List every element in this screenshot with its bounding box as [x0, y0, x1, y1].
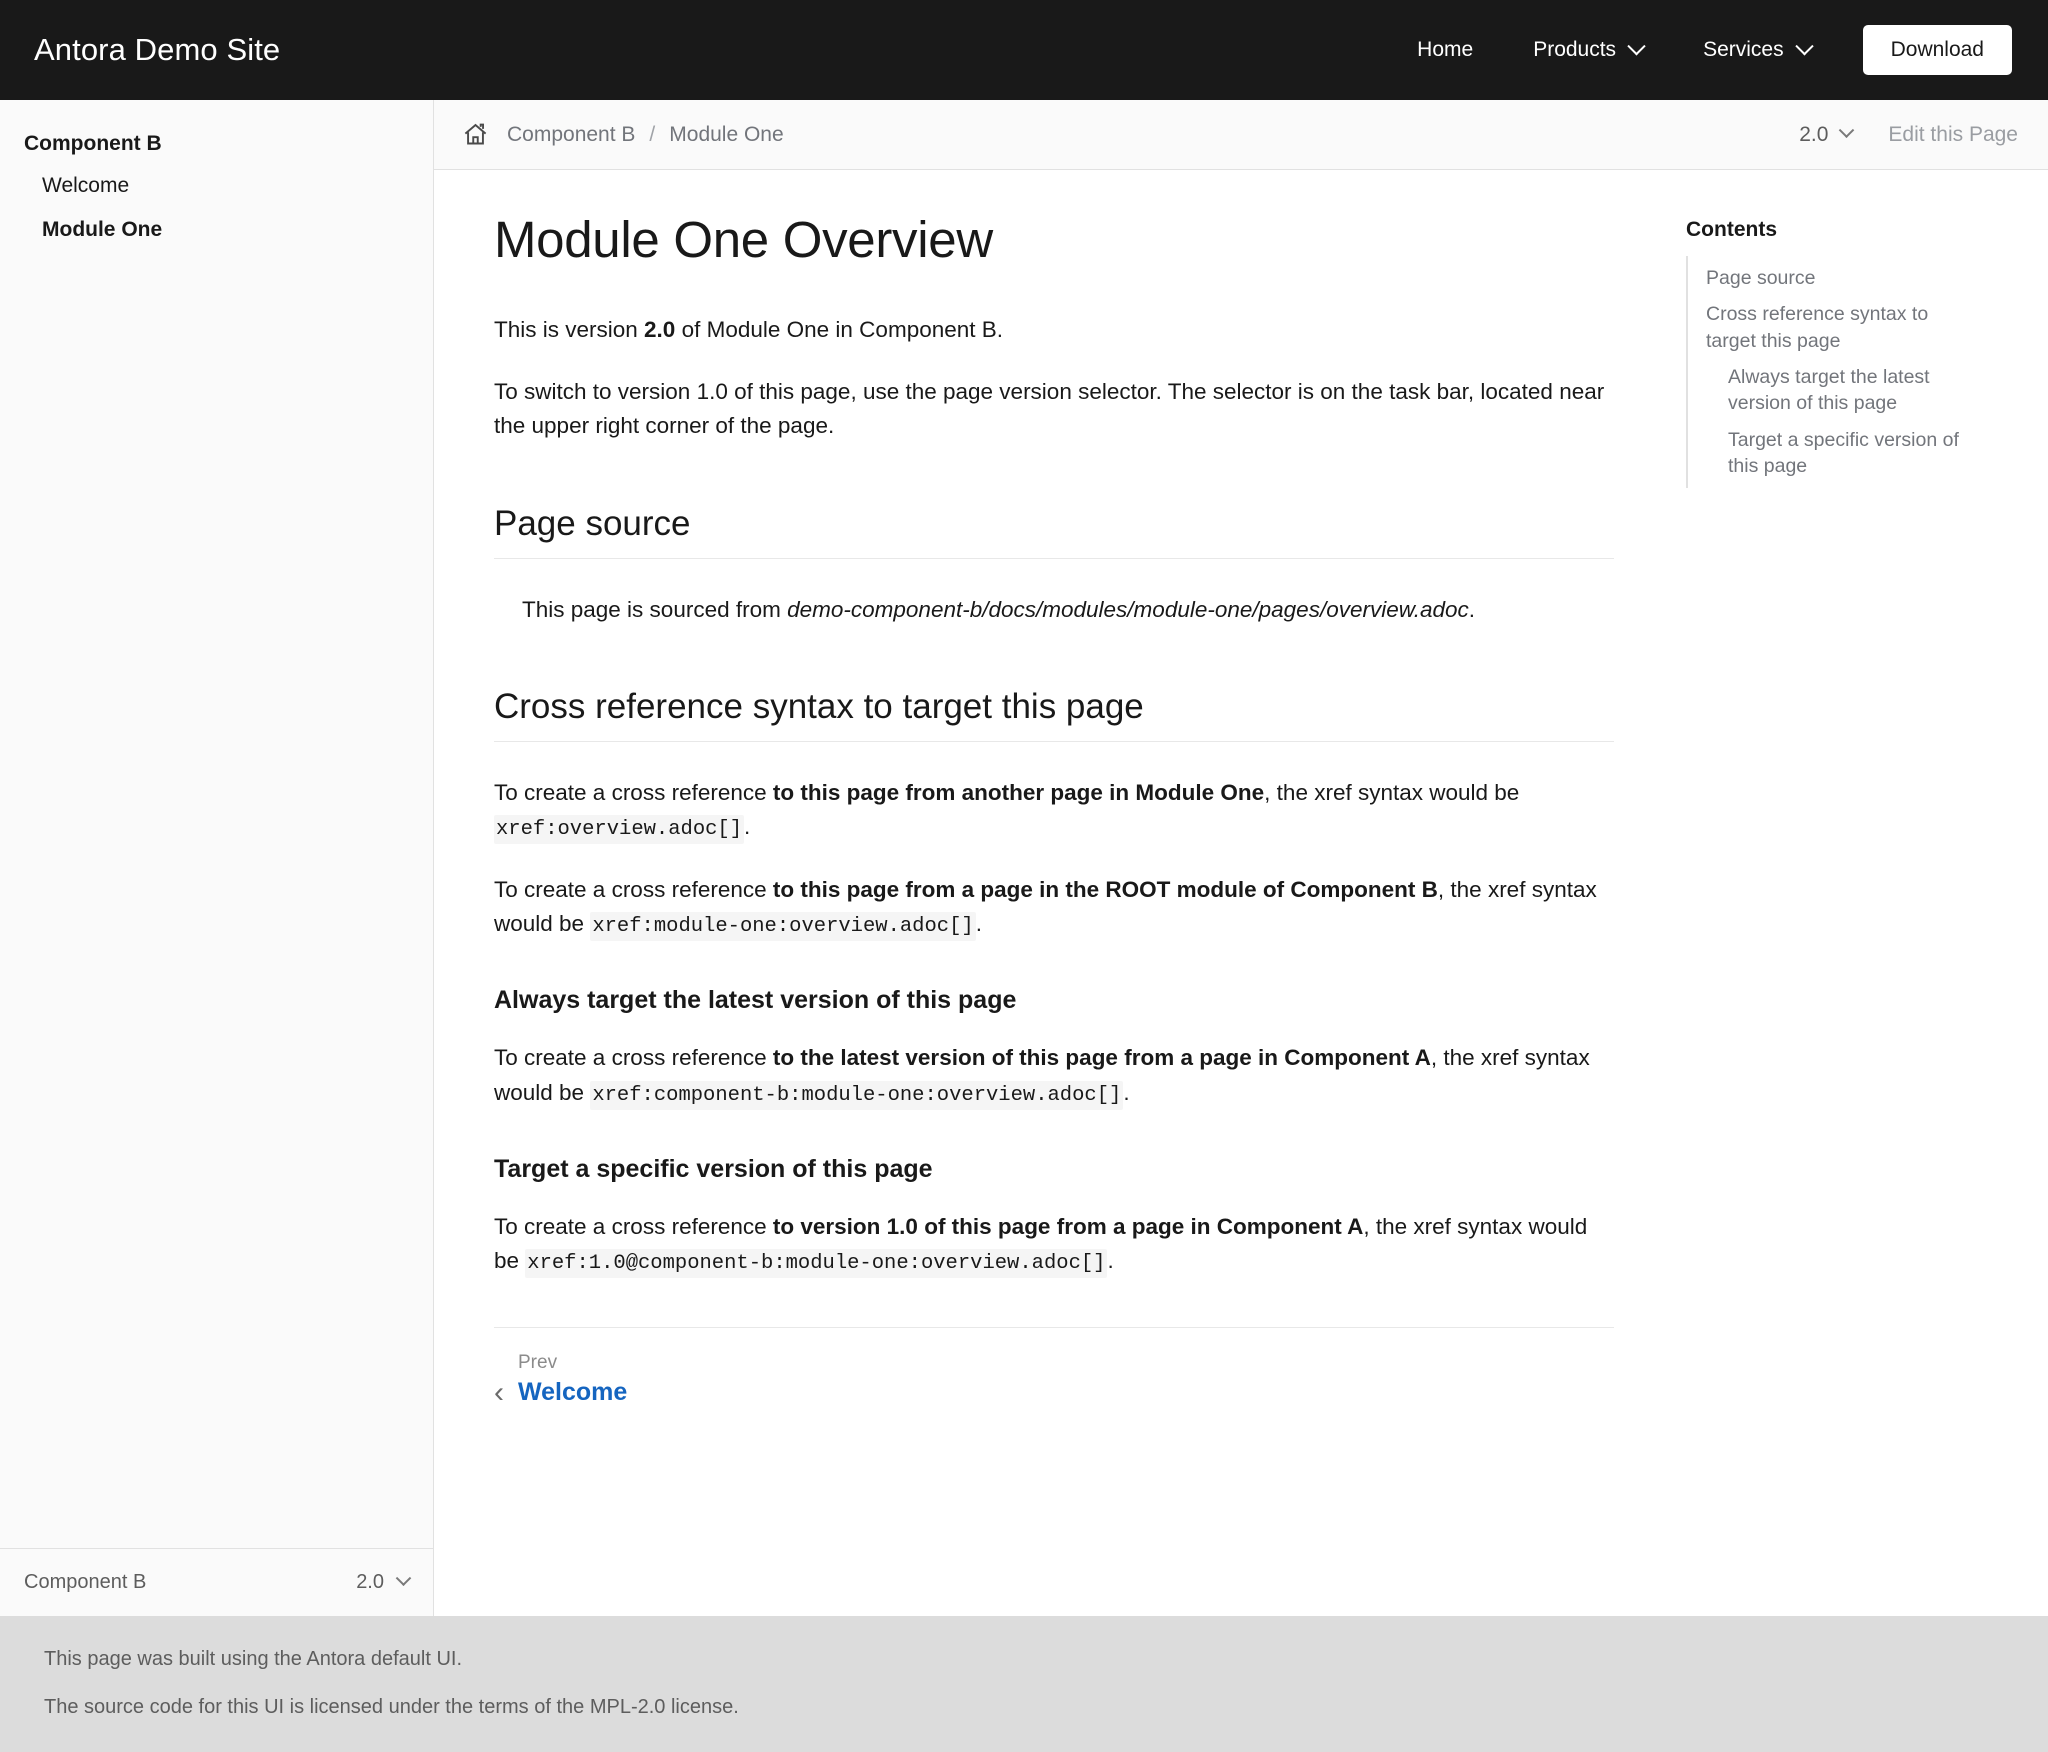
subsection-heading-latest-version: Always target the latest version of this… [494, 986, 1614, 1015]
nav-item-home-label: Home [1417, 38, 1473, 62]
page-pagination: ‹ Prev Welcome [494, 1327, 1614, 1448]
sub2-text-b: to version 1.0 of this page from a page … [773, 1214, 1363, 1239]
intro-p1-version: 2.0 [644, 317, 675, 342]
latest-version-paragraph: To create a cross reference to the lates… [494, 1041, 1614, 1110]
page-source-path: demo-component-b/docs/modules/module-one… [787, 597, 1469, 622]
intro-p1-text-a: This is version [494, 317, 644, 342]
chevron-down-icon [1627, 37, 1645, 55]
sidebar-nav: Component B Welcome Module One Component… [0, 100, 434, 1616]
xref-paragraph-2: To create a cross reference to this page… [494, 873, 1614, 942]
prev-page-link[interactable]: Welcome [518, 1378, 627, 1407]
toc-item-cross-reference-syntax[interactable]: Cross reference syntax to target this pa… [1688, 296, 1980, 359]
nav-item-home[interactable]: Home [1387, 38, 1503, 62]
xref-p1-code: xref:overview.adoc[] [494, 815, 744, 844]
component-version-selector[interactable]: Component B 2.0 [0, 1548, 433, 1616]
toc-item-always-target-latest[interactable]: Always target the latest version of this… [1688, 359, 1980, 422]
selector-component-label: Component B [24, 1571, 356, 1594]
sidebar-item-module-one[interactable]: Module One [0, 208, 433, 252]
site-navbar: Antora Demo Site Home Products Services … [0, 0, 2048, 100]
breadcrumb-item-component-b[interactable]: Component B [507, 123, 635, 147]
xref-p2-code: xref:module-one:overview.adoc[] [590, 912, 975, 941]
section-body-page-source: This page is sourced from demo-component… [494, 559, 1614, 627]
sub2-code: xref:1.0@component-b:module-one:overview… [525, 1249, 1107, 1278]
prev-page-text-block: Prev Welcome [518, 1352, 627, 1407]
xref-p2-d: . [976, 911, 982, 936]
xref-p1-a: To create a cross reference [494, 780, 773, 805]
xref-p1-d: . [744, 814, 750, 839]
breadcrumb-separator: / [649, 123, 655, 147]
chevron-down-icon [396, 1570, 412, 1586]
page-toolbar: Component B / Module One 2.0 Edit this P… [434, 100, 2048, 170]
navbar-menu: Home Products Services Download [1387, 25, 2012, 75]
footer-line-1: This page was built using the Antora def… [44, 1644, 2004, 1674]
home-icon[interactable] [462, 121, 489, 148]
sub1-code: xref:component-b:module-one:overview.ado… [590, 1081, 1123, 1110]
site-brand-link[interactable]: Antora Demo Site [34, 32, 280, 68]
page-source-text-a: This page is sourced from [522, 597, 787, 622]
page-version-selector[interactable]: 2.0 [1799, 123, 1852, 147]
xref-p1-c: , the xref syntax would be [1264, 780, 1519, 805]
sidebar-item-welcome[interactable]: Welcome [0, 164, 433, 208]
page-version-label: 2.0 [1799, 123, 1828, 147]
chevron-left-icon: ‹ [494, 1378, 504, 1408]
toc-item-target-specific-version[interactable]: Target a specific version of this page [1688, 422, 1980, 485]
page-source-text-b: . [1469, 597, 1475, 622]
chevron-down-icon [1795, 37, 1813, 55]
toc-list: Page source Cross reference syntax to ta… [1686, 256, 1980, 488]
chevron-down-icon [1839, 122, 1855, 138]
xref-paragraph-1: To create a cross reference to this page… [494, 776, 1614, 845]
sub2-text-a: To create a cross reference [494, 1214, 773, 1239]
sidebar-menu: Component B Welcome Module One [0, 100, 433, 1548]
page-shell: Component B Welcome Module One Component… [0, 100, 2048, 1616]
section-heading-xref: Cross reference syntax to target this pa… [494, 687, 1614, 742]
toc-item-page-source[interactable]: Page source [1688, 260, 1980, 296]
site-footer: This page was built using the Antora def… [0, 1616, 2048, 1752]
xref-p2-a: To create a cross reference [494, 877, 773, 902]
xref-p1-b: to this page from another page in Module… [773, 780, 1264, 805]
nav-item-services[interactable]: Services [1673, 38, 1841, 62]
prev-label: Prev [518, 1352, 627, 1374]
table-of-contents: Contents Page source Cross reference syn… [1674, 170, 2004, 1616]
xref-p2-b: to this page from a page in the ROOT mod… [773, 877, 1438, 902]
intro-paragraph-2: To switch to version 1.0 of this page, u… [494, 375, 1614, 443]
content-row: Module One Overview This is version 2.0 … [434, 170, 2048, 1616]
sidebar-component-title: Component B [0, 124, 433, 164]
sub1-text-a: To create a cross reference [494, 1045, 773, 1070]
section-body-xref: To create a cross reference to this page… [494, 742, 1614, 1279]
article-body: Module One Overview This is version 2.0 … [434, 170, 1674, 1616]
section-heading-page-source: Page source [494, 504, 1614, 559]
footer-line-2: The source code for this UI is licensed … [44, 1692, 2004, 1722]
subsection-heading-specific-version: Target a specific version of this page [494, 1155, 1614, 1184]
page-source-paragraph: This page is sourced from demo-component… [494, 593, 1614, 627]
page-title: Module One Overview [494, 210, 1614, 269]
sub1-text-d: . [1123, 1080, 1129, 1105]
selector-version-label: 2.0 [356, 1571, 384, 1594]
main-column: Component B / Module One 2.0 Edit this P… [434, 100, 2048, 1616]
breadcrumb: Component B / Module One [507, 123, 784, 147]
sub1-text-b: to the latest version of this page from … [773, 1045, 1431, 1070]
intro-paragraph-1: This is version 2.0 of Module One in Com… [494, 313, 1614, 347]
nav-item-products-label: Products [1533, 38, 1616, 62]
toc-title: Contents [1686, 218, 1980, 242]
nav-item-products[interactable]: Products [1503, 38, 1673, 62]
intro-p1-text-c: of Module One in Component B. [675, 317, 1003, 342]
prev-page-nav[interactable]: ‹ Prev Welcome [494, 1352, 627, 1408]
breadcrumb-item-module-one[interactable]: Module One [669, 123, 783, 147]
download-button[interactable]: Download [1863, 25, 2012, 75]
edit-this-page-link[interactable]: Edit this Page [1888, 123, 2018, 147]
nav-item-services-label: Services [1703, 38, 1784, 62]
sub2-text-d: . [1107, 1248, 1113, 1273]
specific-version-paragraph: To create a cross reference to version 1… [494, 1210, 1614, 1279]
